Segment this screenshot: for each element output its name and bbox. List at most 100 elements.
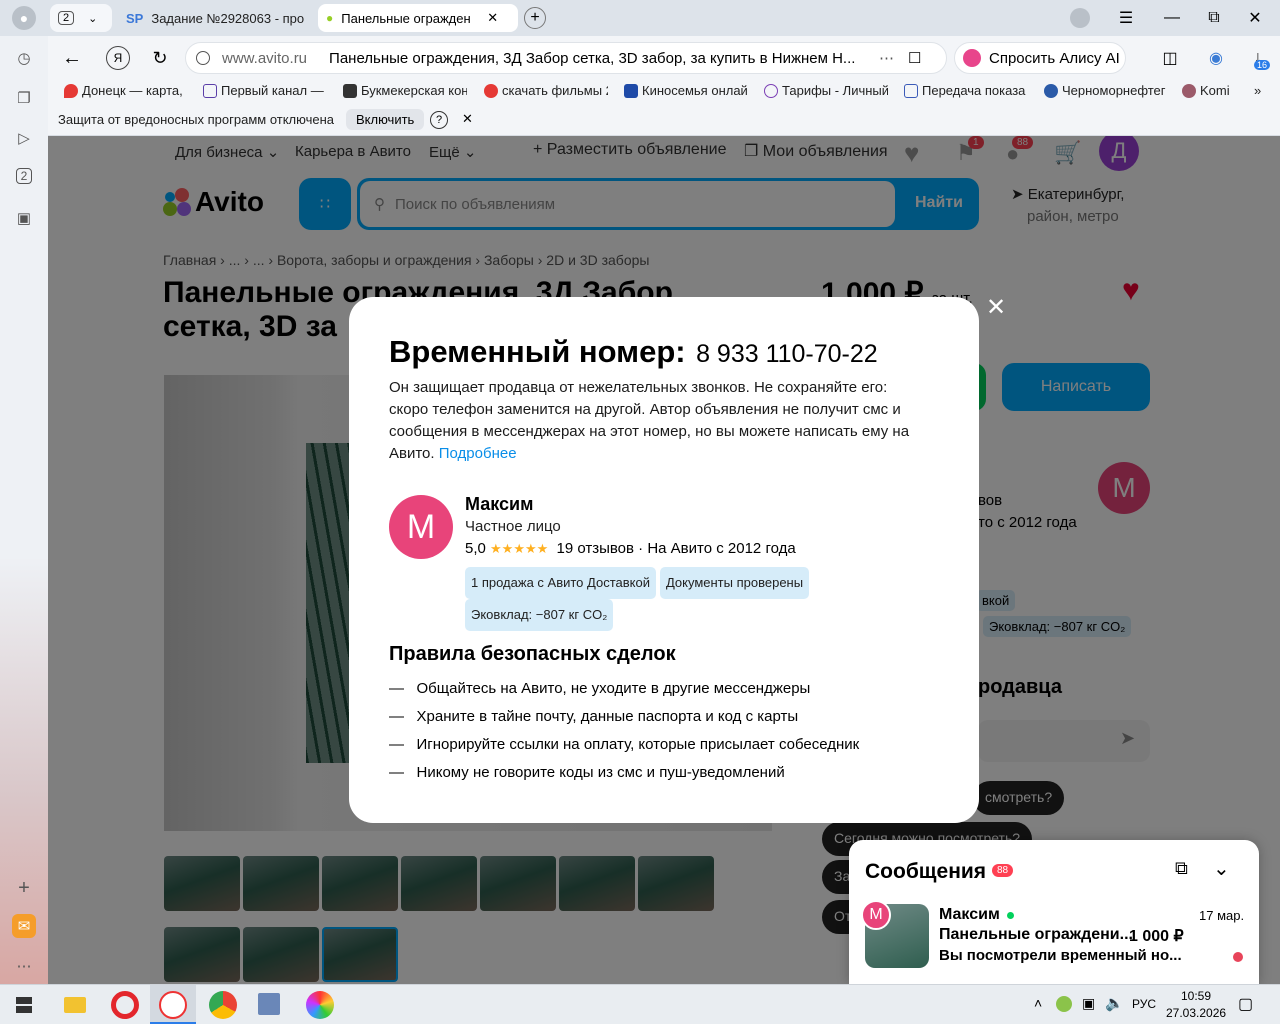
- side-rail: ◷ ❐ ▷ 2 ▣ + ✉ ⋯: [0, 36, 48, 984]
- rule-text: Общайтесь на Авито, не уходите в другие …: [416, 680, 811, 697]
- tab-bar: ● 2 ⌄ SP Задание №2928063 - про ● Панель…: [0, 0, 1280, 36]
- rule-text: Храните в тайне почту, данные паспорта и…: [416, 708, 799, 725]
- messages-widget: Сообщения 88 ⧉ ⌄ М Максим 17 мар. Панель…: [849, 840, 1259, 984]
- chevron-down-icon[interactable]: ⌄: [1213, 856, 1230, 881]
- volume-icon[interactable]: 🔈: [1105, 994, 1124, 1012]
- rule-item: — Игнорируйте ссылки на оплату, которые …: [389, 736, 860, 753]
- transfer-icon: [904, 83, 918, 98]
- chip-documents: Документы проверены: [659, 567, 810, 599]
- sp-favicon-icon: SP: [126, 10, 144, 26]
- menu-icon[interactable]: ☰: [1116, 6, 1136, 30]
- notifications-icon[interactable]: ▢: [1238, 994, 1253, 1014]
- bookmark-label: Донецк — карта, с: [82, 83, 186, 98]
- new-tab-button[interactable]: +: [524, 7, 546, 29]
- chrome-icon[interactable]: [209, 991, 237, 1019]
- close-window-icon[interactable]: ✕: [1245, 6, 1265, 30]
- enable-button[interactable]: Включить: [346, 109, 425, 130]
- opera-icon[interactable]: [111, 991, 139, 1019]
- close-infobar-icon[interactable]: ✕: [462, 111, 473, 127]
- collections-icon[interactable]: ❐: [12, 86, 36, 110]
- more-link[interactable]: Подробнее: [439, 445, 517, 462]
- tab-task[interactable]: SP Задание №2928063 - про: [118, 4, 312, 32]
- address-row: ← Я ↻ www.avito.ru Панельные ограждения,…: [48, 36, 1280, 80]
- bookmark-item[interactable]: Киносемья онлай: [624, 83, 748, 98]
- chat-name[interactable]: Максим: [939, 906, 1000, 924]
- close-modal-icon[interactable]: ✕: [986, 293, 1006, 322]
- tab-group-button[interactable]: 2 ⌄: [50, 4, 112, 32]
- add-icon[interactable]: +: [12, 876, 36, 900]
- address-bar[interactable]: www.avito.ru Панельные ограждения, 3Д За…: [185, 42, 947, 74]
- bookmark-item[interactable]: Первый канал — с: [203, 83, 325, 98]
- modal-heading-text: Временный номер:: [389, 334, 686, 369]
- more-icon[interactable]: ⋯: [879, 49, 894, 67]
- bookmarks-more-icon[interactable]: »: [1254, 83, 1261, 98]
- modal-description: Он защищает продавца от нежелательных зв…: [389, 377, 929, 465]
- yandex-browser-icon[interactable]: [159, 991, 187, 1019]
- seller-rating: 5,0 ★★★★★ 19 отзывов · На Авито с 2012 г…: [465, 540, 796, 557]
- seller-avatar[interactable]: М: [389, 495, 453, 559]
- bookmark-label: Киносемья онлай: [642, 83, 748, 98]
- seller-name[interactable]: Максим: [465, 494, 533, 515]
- account-icon[interactable]: [1070, 8, 1090, 28]
- bookmark-item[interactable]: Тарифы - Личный: [764, 83, 888, 98]
- minimize-icon[interactable]: —: [1162, 6, 1182, 30]
- chat-item-price: 1 000 ₽: [1129, 928, 1184, 945]
- reviews-link[interactable]: 19 отзывов: [556, 540, 634, 557]
- unread-dot-icon: [1233, 952, 1243, 962]
- history-icon[interactable]: ◷: [12, 46, 36, 70]
- close-tab-icon[interactable]: ✕: [487, 10, 498, 26]
- tabs-count-icon[interactable]: 2: [12, 164, 36, 188]
- alice-icon: [963, 49, 981, 67]
- more-icon[interactable]: ⋯: [12, 954, 36, 978]
- reload-icon[interactable]: ↻: [148, 46, 172, 70]
- chat-avatar: М: [861, 900, 891, 930]
- bookmark-item[interactable]: Komi: [1182, 83, 1252, 98]
- bookmark-item[interactable]: Передача показа: [904, 83, 1028, 98]
- mail-icon[interactable]: ✉: [12, 914, 36, 938]
- bookmark-item[interactable]: Черноморнефтег: [1044, 83, 1166, 98]
- app-icon[interactable]: [258, 993, 280, 1015]
- explorer-icon[interactable]: [64, 997, 86, 1013]
- bookmark-item[interactable]: Букмекерская кон: [343, 83, 467, 98]
- bookmark-icon[interactable]: ☐: [908, 49, 921, 67]
- yandex-icon[interactable]: Я: [106, 46, 130, 70]
- rating-stars-icon: ★★★★★: [490, 541, 549, 556]
- avito-favicon-icon: ●: [326, 11, 334, 25]
- bookmark-item[interactable]: Донецк — карта, с: [64, 83, 186, 98]
- language-indicator[interactable]: РУС: [1132, 997, 1156, 1011]
- rule-item: — Храните в тайне почту, данные паспорта…: [389, 708, 799, 725]
- play-icon[interactable]: ▷: [12, 126, 36, 150]
- rules-title: Правила безопасных сделок: [389, 643, 676, 665]
- modal-heading: Временный номер: 8 933 110-70-22: [389, 334, 878, 370]
- komi-icon: [1182, 83, 1196, 98]
- network-icon[interactable]: ▣: [1082, 995, 1095, 1012]
- windows-start-icon[interactable]: [16, 997, 32, 1013]
- seller-chips: 1 продажа с Авито Доставкой Документы про…: [465, 567, 885, 631]
- chip-eco: Эковклад: −807 кг CO₂: [465, 599, 614, 631]
- colorful-app-icon[interactable]: [306, 991, 334, 1019]
- tab-avito[interactable]: ● Панельные огражден ✕: [318, 4, 518, 32]
- messages-title[interactable]: Сообщения: [865, 860, 986, 884]
- tray-chevron-icon[interactable]: ˄: [1034, 995, 1042, 1011]
- back-icon[interactable]: ←: [60, 46, 84, 70]
- bookmark-item[interactable]: скачать фильмы 2: [484, 83, 608, 98]
- clock-time[interactable]: 10:59: [1181, 989, 1211, 1003]
- oil-drop-icon: [1044, 83, 1058, 98]
- screenshot-icon[interactable]: ▣: [12, 206, 36, 230]
- chat-date: 17 мар.: [1199, 908, 1245, 923]
- tray-app-icon[interactable]: [1056, 996, 1072, 1012]
- alice-button[interactable]: Спросить Алису AI: [954, 42, 1126, 74]
- open-external-icon[interactable]: ⧉: [1175, 858, 1188, 879]
- seller-type: Частное лицо: [465, 518, 561, 535]
- extensions-icon[interactable]: ◫: [1158, 46, 1182, 70]
- clock-date[interactable]: 27.03.2026: [1166, 1006, 1226, 1020]
- windows-taskbar: ˄ ▣ 🔈 РУС 10:59 27.03.2026 ▢: [0, 984, 1280, 1024]
- profile-icon[interactable]: ●: [12, 6, 36, 30]
- bookmark-label: Букмекерская кон: [361, 83, 467, 98]
- translate-icon[interactable]: ◉: [1204, 46, 1228, 70]
- help-icon[interactable]: ?: [430, 111, 448, 129]
- temp-number-modal: Временный номер: 8 933 110-70-22 Он защи…: [349, 297, 979, 823]
- restore-icon[interactable]: ⧉: [1204, 6, 1224, 30]
- map-pin-icon: [64, 83, 78, 98]
- infobar-text: Защита от вредоносных программ отключена: [58, 112, 335, 127]
